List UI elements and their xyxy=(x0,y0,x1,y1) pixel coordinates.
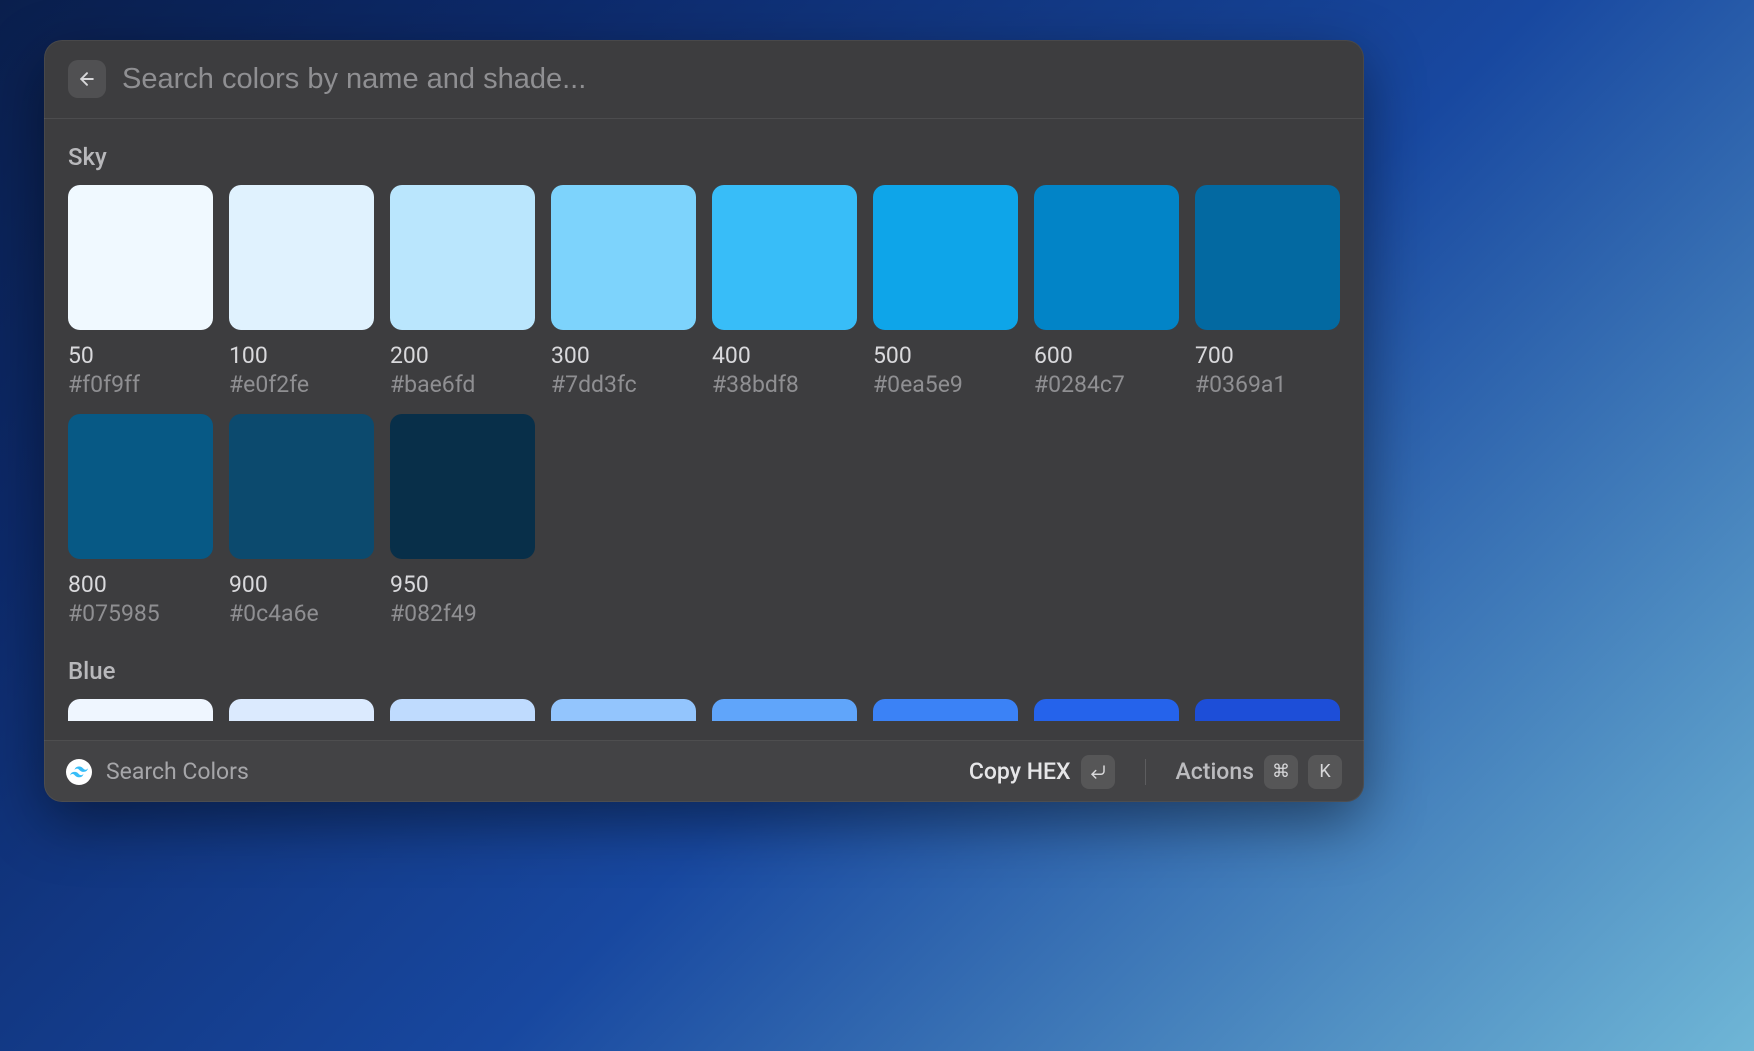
k-key-icon: K xyxy=(1308,755,1342,789)
swatch-hex-label: #f0f9ff xyxy=(68,371,213,398)
swatch-hex-label: #e0f2fe xyxy=(229,371,374,398)
swatch-hex-label: #38bdf8 xyxy=(712,371,857,398)
swatch-hex-label: #0ea5e9 xyxy=(873,371,1018,398)
actions-label: Actions xyxy=(1176,758,1254,785)
swatch-shade-label: 950 xyxy=(390,571,535,598)
swatch-shade-label: 700 xyxy=(1195,342,1340,369)
tailwind-logo-icon xyxy=(66,759,92,785)
swatch-chip xyxy=(68,185,213,330)
swatch-chip xyxy=(68,414,213,559)
swatch-shade-label: 900 xyxy=(229,571,374,598)
swatch-chip xyxy=(229,185,374,330)
swatch-chip xyxy=(229,414,374,559)
swatch-blue-100[interactable] xyxy=(229,699,374,721)
swatch-chip xyxy=(1195,185,1340,330)
swatch-hex-label: #082f49 xyxy=(390,600,535,627)
back-button[interactable] xyxy=(68,60,106,98)
swatch-chip xyxy=(1034,185,1179,330)
swatch-shade-label: 300 xyxy=(551,342,696,369)
swatch-shade-label: 600 xyxy=(1034,342,1179,369)
swatch-chip xyxy=(390,185,535,330)
swatch-sky-900[interactable]: 900#0c4a6e xyxy=(229,414,374,627)
arrow-left-icon xyxy=(77,69,97,89)
actions-button[interactable]: Actions ⌘ K xyxy=(1176,755,1342,789)
footer: Search Colors Copy HEX Actions ⌘ K xyxy=(44,740,1364,802)
swatch-shade-label: 800 xyxy=(68,571,213,598)
swatch-grid-sky: 50#f0f9ff100#e0f2fe200#bae6fd300#7dd3fc4… xyxy=(68,185,1340,627)
swatch-sky-400[interactable]: 400#38bdf8 xyxy=(712,185,857,398)
swatch-blue-50[interactable] xyxy=(68,699,213,721)
swatch-sky-200[interactable]: 200#bae6fd xyxy=(390,185,535,398)
swatch-blue-200[interactable] xyxy=(390,699,535,721)
swatch-blue-400[interactable] xyxy=(712,699,857,721)
swatch-sky-300[interactable]: 300#7dd3fc xyxy=(551,185,696,398)
swatch-grid-blue-peek xyxy=(68,699,1340,721)
swatch-blue-600[interactable] xyxy=(1034,699,1179,721)
swatch-sky-500[interactable]: 500#0ea5e9 xyxy=(873,185,1018,398)
swatch-sky-700[interactable]: 700#0369a1 xyxy=(1195,185,1340,398)
swatch-sky-950[interactable]: 950#082f49 xyxy=(390,414,535,627)
swatch-sky-600[interactable]: 600#0284c7 xyxy=(1034,185,1179,398)
swatch-shade-label: 500 xyxy=(873,342,1018,369)
swatch-hex-label: #0369a1 xyxy=(1195,371,1340,398)
swatch-shade-label: 400 xyxy=(712,342,857,369)
swatch-chip xyxy=(390,414,535,559)
swatch-shade-label: 100 xyxy=(229,342,374,369)
swatch-chip xyxy=(873,185,1018,330)
group-label-blue: Blue xyxy=(68,657,1340,685)
copy-hex-button[interactable]: Copy HEX xyxy=(969,755,1115,789)
swatch-sky-100[interactable]: 100#e0f2fe xyxy=(229,185,374,398)
swatch-hex-label: #0c4a6e xyxy=(229,600,374,627)
copy-hex-label: Copy HEX xyxy=(969,758,1071,785)
content-area: Sky 50#f0f9ff100#e0f2fe200#bae6fd300#7dd… xyxy=(44,119,1364,740)
search-input[interactable] xyxy=(122,63,1340,96)
swatch-sky-800[interactable]: 800#075985 xyxy=(68,414,213,627)
swatch-shade-label: 200 xyxy=(390,342,535,369)
cmd-key-icon: ⌘ xyxy=(1264,755,1298,789)
swatch-blue-700[interactable] xyxy=(1195,699,1340,721)
swatch-chip xyxy=(712,185,857,330)
enter-key-icon xyxy=(1081,755,1115,789)
swatch-hex-label: #bae6fd xyxy=(390,371,535,398)
swatch-hex-label: #7dd3fc xyxy=(551,371,696,398)
color-picker-panel: Sky 50#f0f9ff100#e0f2fe200#bae6fd300#7dd… xyxy=(44,40,1364,802)
swatch-hex-label: #0284c7 xyxy=(1034,371,1179,398)
group-label-sky: Sky xyxy=(68,143,1340,171)
footer-app-title: Search Colors xyxy=(106,758,249,785)
swatch-blue-300[interactable] xyxy=(551,699,696,721)
swatch-sky-50[interactable]: 50#f0f9ff xyxy=(68,185,213,398)
search-row xyxy=(44,40,1364,119)
swatch-shade-label: 50 xyxy=(68,342,213,369)
footer-separator xyxy=(1145,759,1146,785)
swatch-chip xyxy=(551,185,696,330)
swatch-hex-label: #075985 xyxy=(68,600,213,627)
swatch-blue-500[interactable] xyxy=(873,699,1018,721)
